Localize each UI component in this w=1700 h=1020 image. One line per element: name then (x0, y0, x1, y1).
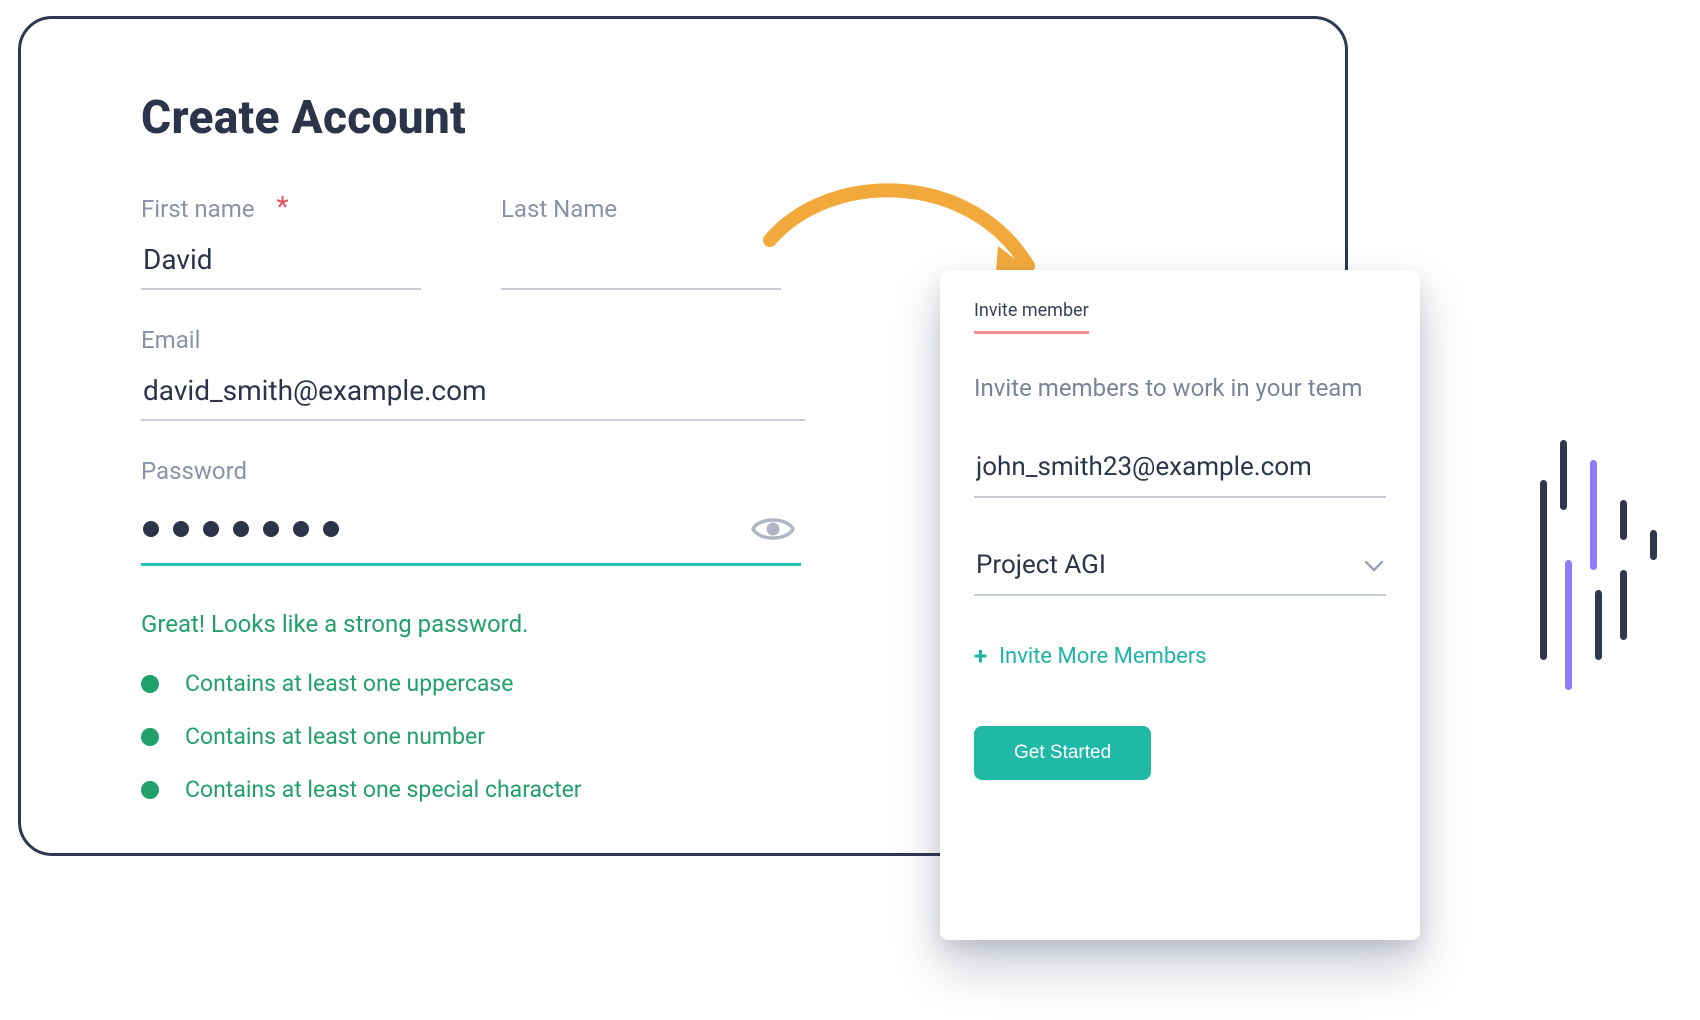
decorative-bar (1560, 440, 1567, 510)
project-selected-value: Project AGI (976, 550, 1106, 580)
password-dot (233, 521, 249, 537)
plus-icon: + (974, 642, 987, 670)
tab-invite-member[interactable]: Invite member (974, 300, 1089, 334)
decorative-bar (1620, 500, 1627, 540)
invite-member-card: Invite member Invite members to work in … (940, 270, 1420, 940)
password-dot (203, 521, 219, 537)
get-started-button[interactable]: Get Started (974, 726, 1151, 780)
first-name-field: First name * (141, 195, 421, 290)
decorative-bar (1540, 480, 1547, 660)
decorative-bar (1620, 570, 1627, 640)
decorative-bars (1440, 440, 1670, 740)
check-bullet-icon (141, 675, 159, 693)
required-asterisk-icon: * (277, 193, 289, 221)
password-dot (263, 521, 279, 537)
chevron-down-icon (1364, 550, 1384, 580)
invite-more-button[interactable]: + Invite More Members (974, 642, 1207, 670)
decorative-bar (1590, 460, 1597, 570)
first-name-input[interactable] (141, 237, 421, 290)
password-label: Password (141, 457, 247, 485)
invite-heading: Invite members to work in your team (974, 374, 1386, 402)
password-input[interactable] (143, 521, 339, 537)
eye-icon[interactable] (751, 513, 795, 545)
invite-email-input[interactable] (974, 444, 1386, 498)
password-dot (323, 521, 339, 537)
password-rule-text: Contains at least one number (185, 723, 485, 750)
decorative-bar (1565, 560, 1572, 690)
page-title: Create Account (141, 91, 1257, 145)
password-dot (293, 521, 309, 537)
password-dot (143, 521, 159, 537)
last-name-input[interactable] (501, 237, 781, 290)
last-name-field: Last Name (501, 195, 781, 290)
decorative-bar (1595, 590, 1602, 660)
check-bullet-icon (141, 728, 159, 746)
password-rule-text: Contains at least one uppercase (185, 670, 513, 697)
password-rule-text: Contains at least one special character (185, 776, 582, 803)
last-name-label: Last Name (501, 195, 617, 223)
invite-more-label: Invite More Members (999, 644, 1207, 669)
email-label: Email (141, 326, 200, 354)
project-select[interactable]: Project AGI (974, 542, 1386, 596)
password-dot (173, 521, 189, 537)
check-bullet-icon (141, 781, 159, 799)
email-input[interactable] (141, 368, 805, 421)
decorative-bar (1650, 530, 1657, 560)
first-name-label: First name (141, 195, 255, 223)
